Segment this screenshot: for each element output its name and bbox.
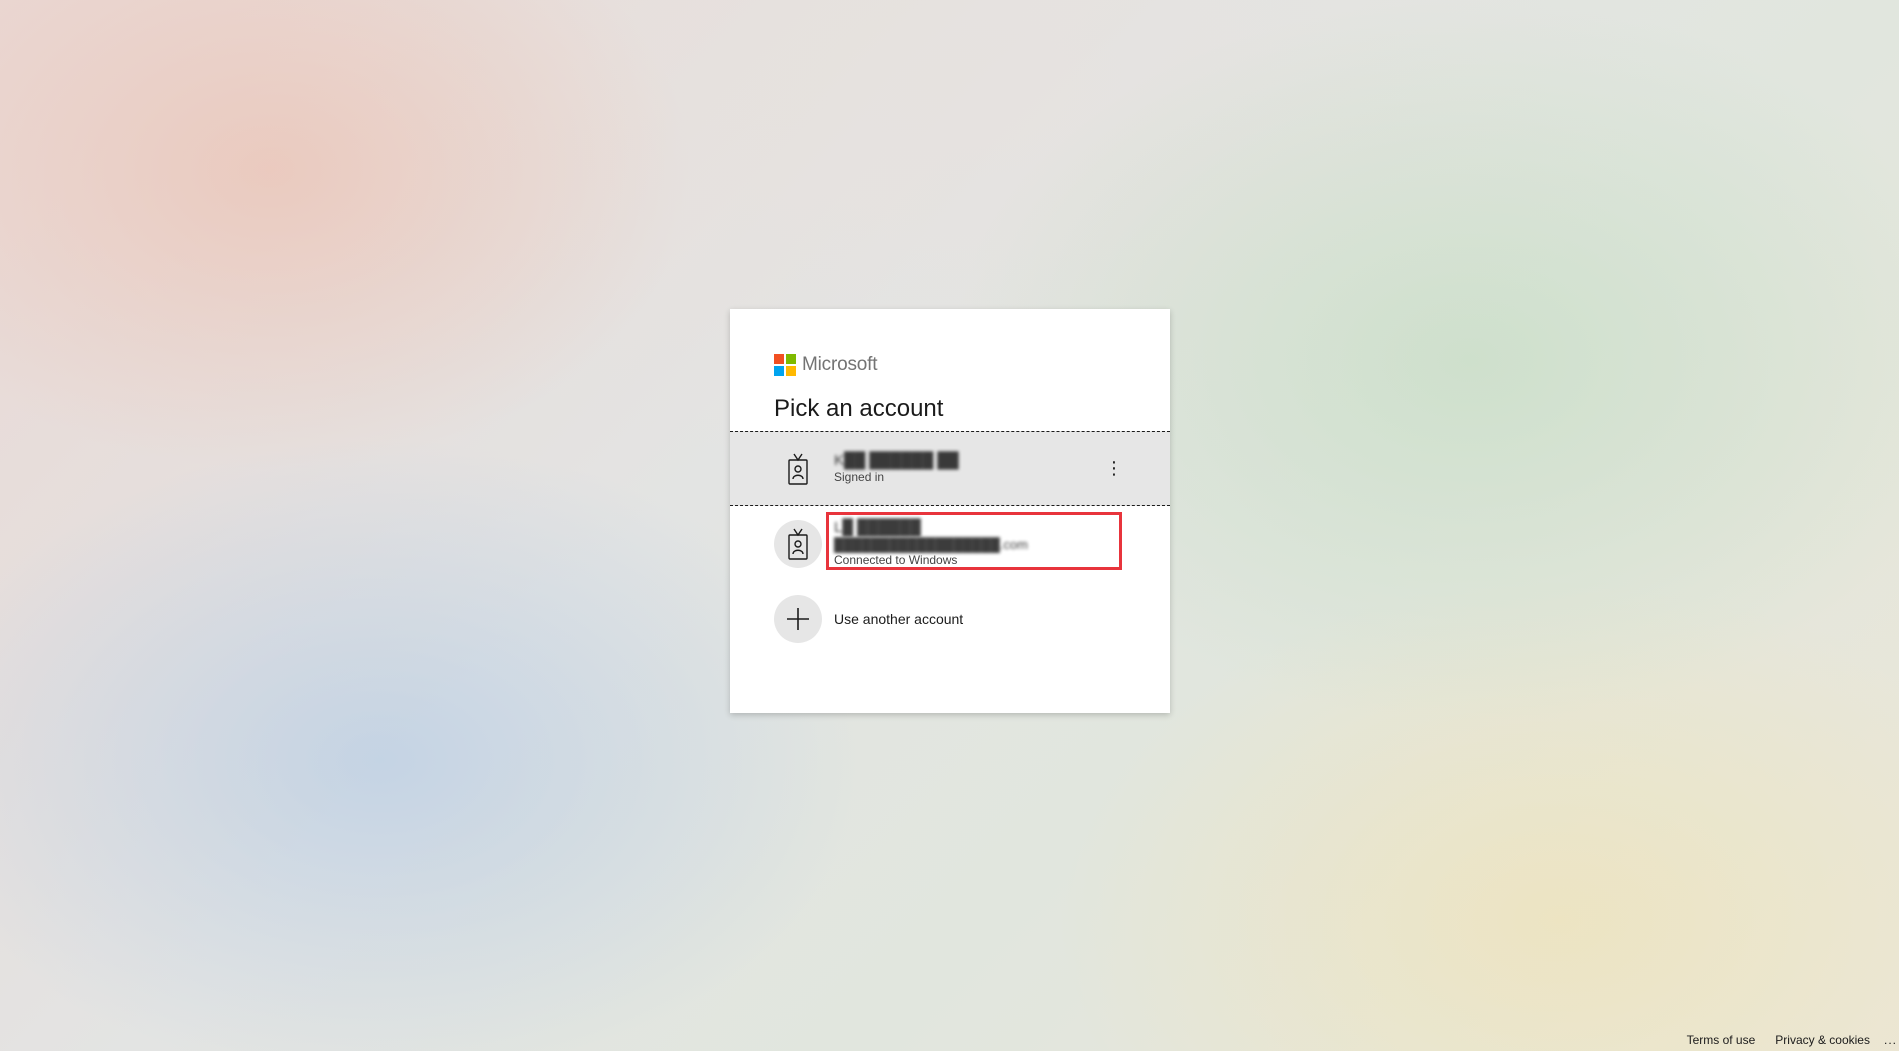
plus-icon xyxy=(774,594,822,643)
microsoft-brand: Microsoft xyxy=(774,353,877,377)
privacy-cookies-link[interactable]: Privacy & cookies xyxy=(1775,1033,1870,1047)
badge-person-icon xyxy=(774,519,822,568)
more-options-button[interactable]: ⋮ xyxy=(1102,454,1126,484)
badge-person-icon xyxy=(774,445,822,493)
sign-in-card: Microsoft Pick an account K██ ██████ ██ … xyxy=(730,309,1170,713)
account-status: Connected to Windows xyxy=(834,553,958,567)
account-email: ██████████████████.com xyxy=(834,537,1028,552)
use-another-account-button[interactable]: Use another account xyxy=(730,581,1170,656)
account-text: L█ ██████ ██████████████████.com Connect… xyxy=(834,519,1120,568)
account-status: Signed in xyxy=(834,470,885,484)
brand-name: Microsoft xyxy=(802,354,878,375)
account-text: K██ ██████ ██ Signed in xyxy=(834,452,1120,485)
microsoft-logo-icon xyxy=(774,354,796,376)
use-another-account-label: Use another account xyxy=(834,610,964,627)
account-name: L█ ██████ xyxy=(834,519,921,536)
account-list: K██ ██████ ██ Signed in ⋮ L█ ██████ ████… xyxy=(730,431,1170,656)
terms-of-use-link[interactable]: Terms of use xyxy=(1687,1033,1756,1047)
footer: Terms of use Privacy & cookies ... xyxy=(1667,1029,1899,1051)
account-tile-windows[interactable]: L█ ██████ ██████████████████.com Connect… xyxy=(730,506,1170,581)
footer-more-button[interactable]: ... xyxy=(1884,1033,1897,1047)
account-tile-signed-in[interactable]: K██ ██████ ██ Signed in ⋮ xyxy=(730,431,1170,506)
page-title: Pick an account xyxy=(774,395,944,422)
account-name: K██ ██████ ██ xyxy=(834,452,959,469)
